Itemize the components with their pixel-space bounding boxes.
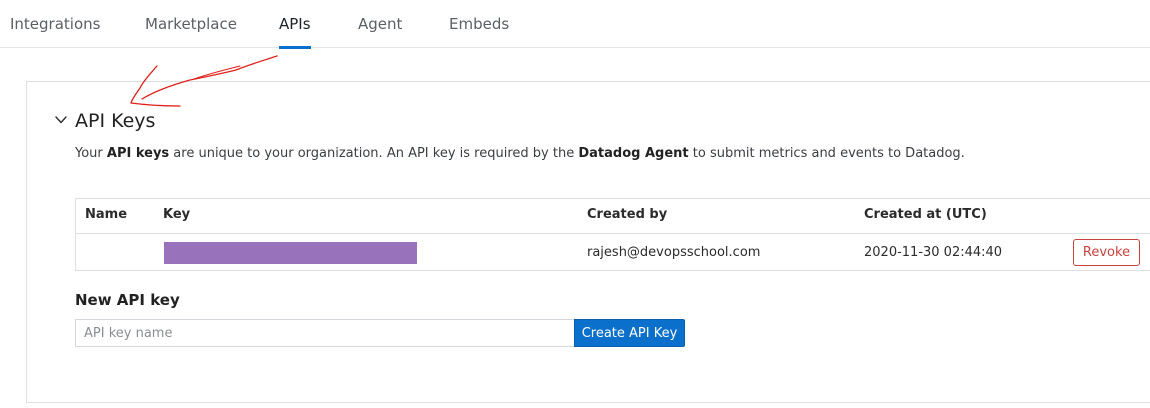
column-header-name: Name bbox=[85, 207, 128, 222]
api-key-name-input[interactable] bbox=[75, 319, 574, 347]
top-tab-bar: Integrations Marketplace APIs Agent Embe… bbox=[0, 0, 1150, 49]
api-keys-table: Name Key Created by Created at (UTC) raj… bbox=[75, 198, 1150, 271]
revoke-button[interactable]: Revoke bbox=[1073, 239, 1140, 266]
redacted-api-key bbox=[164, 242, 417, 264]
new-api-key-label: New API key bbox=[75, 291, 180, 309]
table-row: rajesh@devopsschool.com 2020-11-30 02:44… bbox=[76, 234, 1150, 271]
column-header-key: Key bbox=[163, 207, 191, 222]
table-header: Name Key Created by Created at (UTC) bbox=[76, 199, 1150, 234]
column-header-created-at: Created at (UTC) bbox=[864, 207, 987, 222]
tab-agent[interactable]: Agent bbox=[358, 0, 402, 48]
section-title: API Keys bbox=[75, 110, 156, 132]
tab-integrations[interactable]: Integrations bbox=[10, 0, 100, 48]
cell-created-by: rajesh@devopsschool.com bbox=[587, 245, 761, 260]
tab-embeds[interactable]: Embeds bbox=[449, 0, 509, 48]
tab-marketplace[interactable]: Marketplace bbox=[145, 0, 237, 48]
section-description: Your API keys are unique to your organiz… bbox=[75, 146, 965, 161]
create-api-key-button[interactable]: Create API Key bbox=[574, 319, 685, 347]
cell-created-at: 2020-11-30 02:44:40 bbox=[864, 245, 1003, 260]
tab-apis[interactable]: APIs bbox=[279, 0, 311, 49]
chevron-down-icon[interactable] bbox=[54, 113, 68, 127]
column-header-created-by: Created by bbox=[587, 207, 668, 222]
